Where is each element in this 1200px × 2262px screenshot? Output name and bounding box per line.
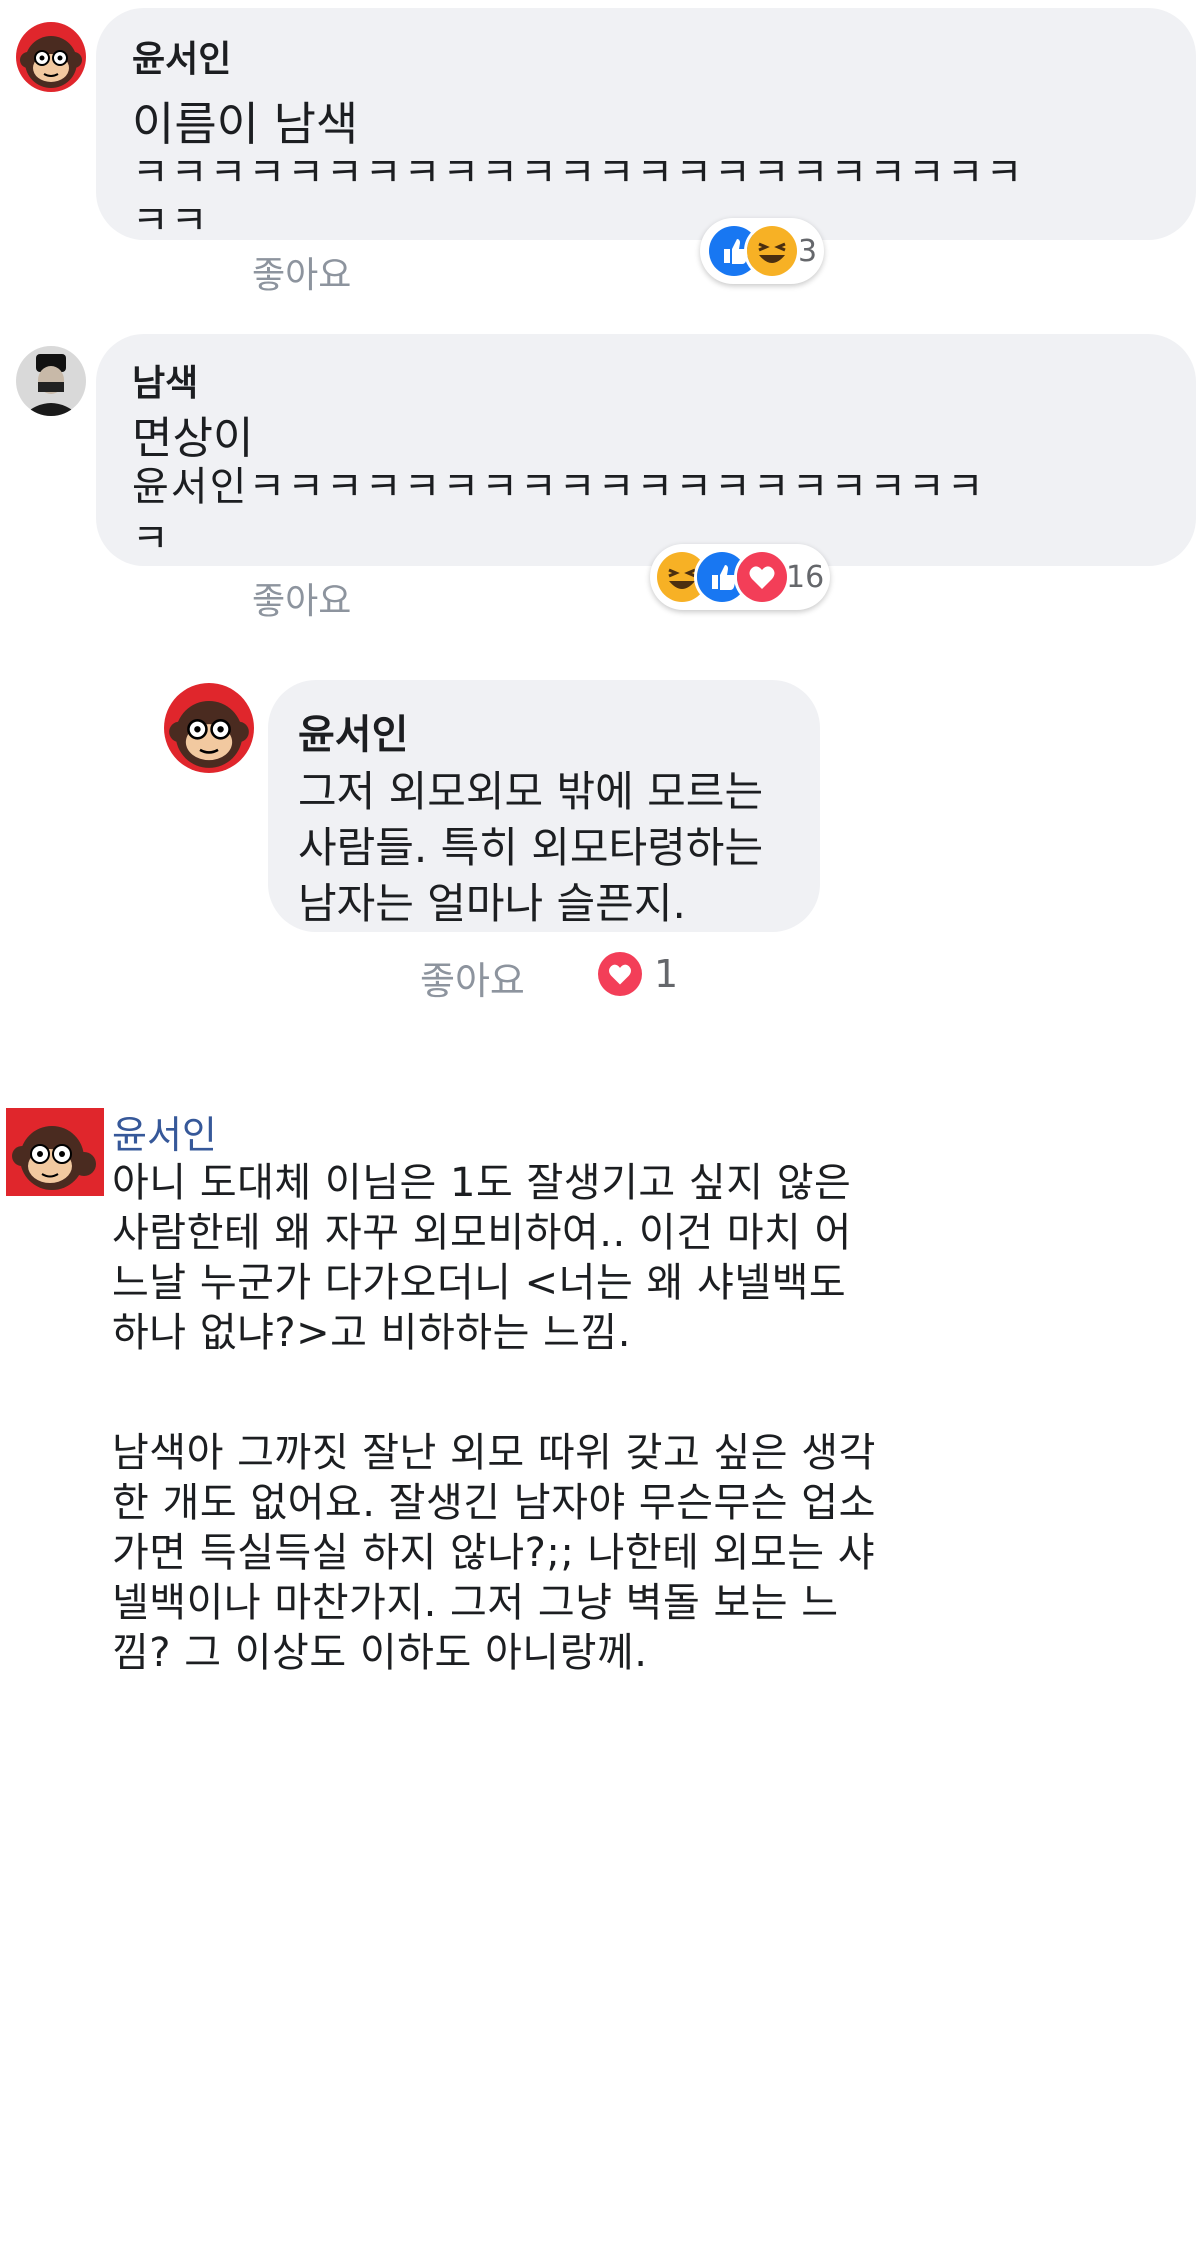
avatar-yoon[interactable] — [164, 683, 254, 773]
reaction-count: 3 — [798, 234, 818, 269]
comment-text-line: ㅋㅋ — [132, 198, 210, 244]
monkey-avatar-icon — [164, 683, 254, 773]
comment-text-line: 남자는 얼마나 슬픈지. — [298, 879, 686, 928]
reaction-count[interactable]: 1 — [654, 952, 678, 996]
heart-icon — [598, 952, 642, 996]
reaction-summary[interactable]: 3 — [700, 218, 824, 284]
comment-bubble: 윤서인 그저 외모외모 밖에 모르는 사람들. 특히 외모타령하는 남자는 얼마… — [268, 680, 820, 932]
like-button[interactable]: 좋아요 — [252, 572, 351, 624]
comment-text-line: 그저 외모외모 밖에 모르는 — [298, 767, 764, 816]
comment-text-line: 사람들. 특히 외모타령하는 — [298, 823, 764, 872]
comment-bubble: 윤서인 이름이 남색 ㅋㅋㅋㅋㅋㅋㅋㅋㅋㅋㅋㅋㅋㅋㅋㅋㅋㅋㅋㅋㅋㅋㅋ ㅋㅋ — [96, 8, 1196, 244]
avatar-yoon[interactable] — [16, 22, 86, 92]
comment-bubble: 남색 면상이 윤서인ㅋㅋㅋㅋㅋㅋㅋㅋㅋㅋㅋㅋㅋㅋㅋㅋㅋㅋㅋ ㅋ — [96, 334, 1196, 566]
monkey-avatar-icon — [16, 22, 86, 92]
comment-author[interactable]: 윤서인 — [132, 30, 231, 82]
comment-text-line: ㅋㅋㅋㅋㅋㅋㅋㅋㅋㅋㅋㅋㅋㅋㅋㅋㅋㅋㅋㅋㅋㅋㅋ — [132, 150, 1025, 196]
monkey-avatar-icon — [6, 1108, 104, 1196]
post-text-line: 하나 없냐?>고 비하하는 느낌. — [112, 1310, 631, 1356]
avatar-namsaek[interactable] — [16, 346, 86, 416]
avatar-yoon-square[interactable] — [6, 1108, 104, 1196]
laughing-face-icon — [744, 223, 800, 279]
post-text-line: 낌? 그 이상도 이하도 아니랑께. — [112, 1630, 648, 1676]
like-button[interactable]: 좋아요 — [420, 950, 525, 1005]
comment-text-line: 윤서인ㅋㅋㅋㅋㅋㅋㅋㅋㅋㅋㅋㅋㅋㅋㅋㅋㅋㅋㅋ — [132, 464, 986, 510]
comment-author[interactable]: 남색 — [132, 354, 198, 406]
heart-icon — [734, 549, 790, 605]
reaction-summary[interactable]: 16 — [650, 544, 830, 610]
like-button[interactable]: 좋아요 — [252, 246, 351, 298]
comment-author[interactable]: 윤서인 — [298, 702, 408, 760]
person-avatar-icon — [16, 346, 86, 416]
comment-text-line: ㅋ — [132, 516, 171, 562]
reaction-count: 16 — [786, 560, 825, 595]
